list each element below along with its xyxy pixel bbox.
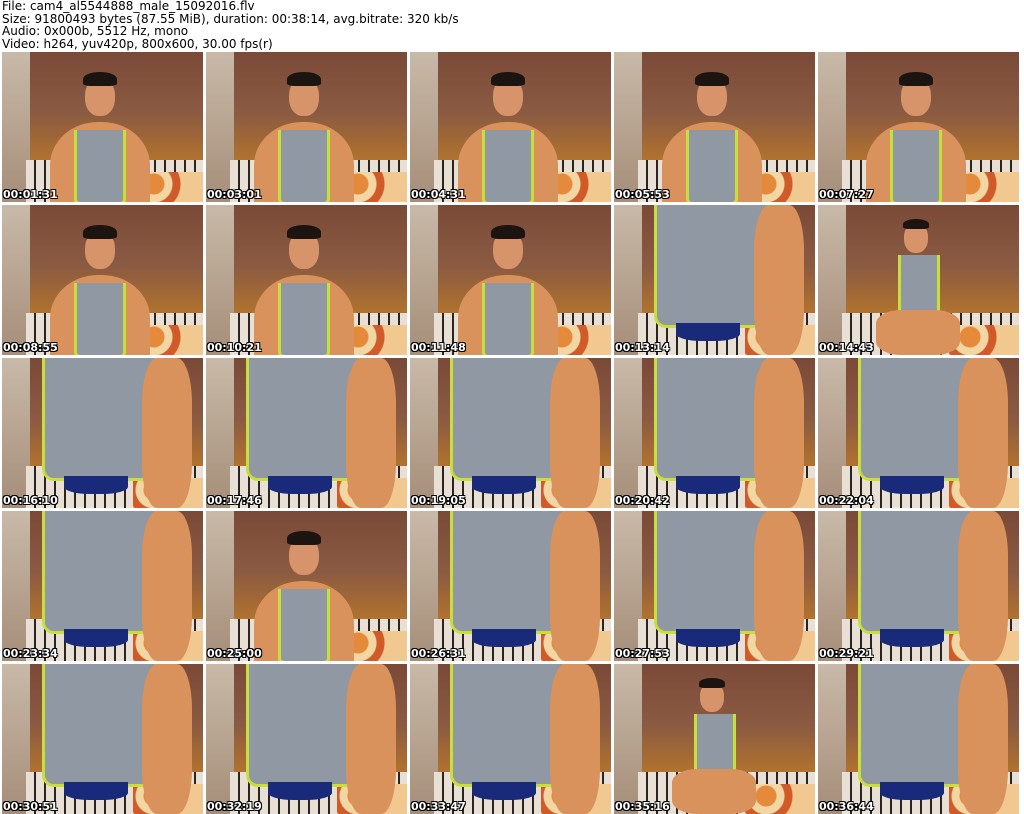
video-thumbnail: 00:03:01	[206, 52, 407, 202]
thumbnail-timestamp: 00:16:10	[3, 494, 58, 507]
video-thumbnail: 00:22:04	[818, 358, 1019, 508]
person-figure	[818, 205, 1019, 355]
video-thumbnail: 00:25:00	[206, 511, 407, 661]
thumbnail-timestamp: 00:03:01	[207, 188, 262, 201]
briefs	[676, 476, 740, 494]
video-thumbnail: 00:05:53	[614, 52, 815, 202]
briefs	[880, 782, 944, 800]
person-figure	[614, 358, 815, 508]
thumbnail-timestamp: 00:25:00	[207, 647, 262, 660]
briefs	[676, 629, 740, 647]
briefs	[64, 782, 128, 800]
person-figure	[614, 205, 815, 355]
thumbnail-timestamp: 00:20:42	[615, 494, 670, 507]
video-thumbnail: 00:35:16	[614, 664, 815, 814]
thumbnail-timestamp: 00:22:04	[819, 494, 874, 507]
person-figure	[206, 664, 407, 814]
thumbnail-timestamp: 00:04:31	[411, 188, 466, 201]
person-figure	[818, 52, 1019, 202]
thumbnail-timestamp: 00:32:19	[207, 800, 262, 813]
person-figure	[614, 52, 815, 202]
thumbnail-timestamp: 00:23:34	[3, 647, 58, 660]
audio-info-line: Audio: 0x000b, 5512 Hz, mono	[2, 24, 189, 38]
thumbnail-timestamp: 00:07:27	[819, 188, 874, 201]
video-thumbnail: 00:10:21	[206, 205, 407, 355]
person-figure	[410, 664, 611, 814]
video-thumbnail: 00:13:14	[614, 205, 815, 355]
person-figure	[614, 664, 815, 814]
briefs	[880, 476, 944, 494]
thumbnail-timestamp: 00:11:48	[411, 341, 466, 354]
video-thumbnail: 00:30:51	[2, 664, 203, 814]
briefs	[472, 782, 536, 800]
video-thumbnail: 00:23:34	[2, 511, 203, 661]
video-thumbnail: 00:36:44	[818, 664, 1019, 814]
video-thumbnail: 00:16:10	[2, 358, 203, 508]
file-name-line: File: cam4_al5544888_male_15092016.flv	[2, 0, 255, 13]
person-figure	[2, 205, 203, 355]
briefs	[472, 476, 536, 494]
video-thumbnail: 00:33:47	[410, 664, 611, 814]
briefs	[880, 629, 944, 647]
thumbnail-timestamp: 00:27:53	[615, 647, 670, 660]
thumbnail-timestamp: 00:29:21	[819, 647, 874, 660]
briefs	[676, 323, 740, 341]
person-figure	[614, 511, 815, 661]
video-thumbnail: 00:08:55	[2, 205, 203, 355]
person-figure	[206, 205, 407, 355]
thumbnail-timestamp: 00:35:16	[615, 800, 670, 813]
video-thumbnail: 00:29:21	[818, 511, 1019, 661]
thumbnail-timestamp: 00:13:14	[615, 341, 670, 354]
person-figure	[818, 511, 1019, 661]
person-figure	[410, 358, 611, 508]
briefs	[64, 629, 128, 647]
briefs	[64, 476, 128, 494]
person-figure	[2, 511, 203, 661]
person-figure	[410, 52, 611, 202]
video-thumbnail: 00:14:43	[818, 205, 1019, 355]
person-figure	[818, 358, 1019, 508]
thumbnail-grid: 00:01:31 00:03:01 00:04:31 00:05:53 00:07:27…	[2, 52, 1019, 814]
video-thumbnail: 00:01:31	[2, 52, 203, 202]
person-figure	[2, 664, 203, 814]
video-thumbnail: 00:07:27	[818, 52, 1019, 202]
video-thumbnail: 00:20:42	[614, 358, 815, 508]
thumbnail-timestamp: 00:36:44	[819, 800, 874, 813]
briefs	[268, 782, 332, 800]
briefs	[472, 629, 536, 647]
thumbnail-timestamp: 00:26:31	[411, 647, 466, 660]
video-thumbnail: 00:17:46	[206, 358, 407, 508]
video-thumbnail: 00:32:19	[206, 664, 407, 814]
thumbnail-timestamp: 00:19:05	[411, 494, 466, 507]
thumbnail-timestamp: 00:33:47	[411, 800, 466, 813]
thumbnail-timestamp: 00:08:55	[3, 341, 58, 354]
person-figure	[2, 52, 203, 202]
video-thumbnail: 00:27:53	[614, 511, 815, 661]
person-figure	[818, 664, 1019, 814]
file-info-header: File: cam4_al5544888_male_15092016.flv S…	[0, 0, 1024, 50]
thumbnail-timestamp: 00:05:53	[615, 188, 670, 201]
thumbnail-timestamp: 00:10:21	[207, 341, 262, 354]
person-figure	[206, 511, 407, 661]
thumbnail-timestamp: 00:01:31	[3, 188, 58, 201]
thumbnail-timestamp: 00:17:46	[207, 494, 262, 507]
video-thumbnail: 00:26:31	[410, 511, 611, 661]
person-figure	[410, 205, 611, 355]
video-info-line: Video: h264, yuv420p, 800x600, 30.00 fps…	[2, 36, 273, 51]
thumbnail-timestamp: 00:14:43	[819, 341, 874, 354]
person-figure	[206, 358, 407, 508]
video-thumbnail: 00:04:31	[410, 52, 611, 202]
video-thumbnail: 00:19:05	[410, 358, 611, 508]
person-figure	[410, 511, 611, 661]
person-figure	[2, 358, 203, 508]
video-thumbnail: 00:11:48	[410, 205, 611, 355]
person-figure	[206, 52, 407, 202]
briefs	[268, 476, 332, 494]
thumbnail-timestamp: 00:30:51	[3, 800, 58, 813]
